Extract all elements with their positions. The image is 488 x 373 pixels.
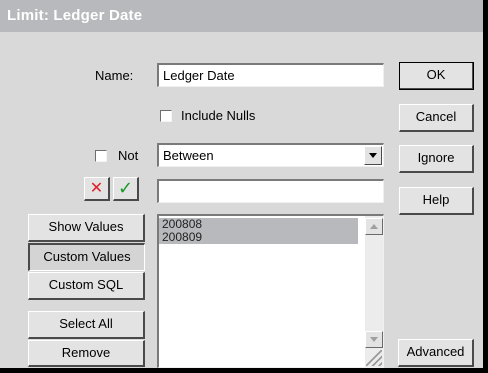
include-nulls-checkbox[interactable]: [160, 110, 172, 122]
include-nulls-label: Include Nulls: [181, 108, 256, 123]
not-label: Not: [118, 148, 139, 163]
name-label: Name:: [95, 68, 134, 83]
remove-button[interactable]: Remove: [28, 340, 145, 367]
list-item[interactable]: 200809: [159, 231, 358, 244]
ignore-button[interactable]: Ignore: [399, 145, 474, 173]
values-listbox[interactable]: 200808 200809: [157, 214, 384, 368]
select-all-button[interactable]: Select All: [28, 311, 145, 339]
operator-select[interactable]: Between: [157, 143, 384, 167]
show-values-button[interactable]: Show Values: [28, 214, 145, 242]
resize-grip-icon[interactable]: [366, 350, 382, 366]
operator-value: Between: [163, 148, 214, 163]
scroll-up-icon[interactable]: [365, 218, 383, 235]
cancel-button[interactable]: Cancel: [399, 104, 474, 132]
limit-dialog: Limit: Ledger Date Name: Ledger Date Inc…: [0, 0, 488, 373]
not-checkbox[interactable]: [95, 150, 107, 162]
value-input[interactable]: [157, 179, 384, 203]
name-field[interactable]: Ledger Date: [157, 63, 384, 87]
scroll-down-icon[interactable]: [365, 331, 383, 348]
list-scrollbar[interactable]: [365, 216, 383, 367]
advanced-button[interactable]: Advanced: [398, 339, 474, 367]
clear-x-icon[interactable]: ✕: [84, 177, 110, 201]
chevron-down-icon[interactable]: [364, 146, 382, 165]
accept-check-icon[interactable]: ✓: [113, 177, 139, 201]
ok-button[interactable]: OK: [399, 62, 474, 90]
dialog-title: Limit: Ledger Date: [0, 0, 483, 32]
custom-values-button[interactable]: Custom Values: [28, 243, 145, 271]
custom-sql-button[interactable]: Custom SQL: [28, 272, 145, 300]
help-button[interactable]: Help: [399, 187, 474, 215]
